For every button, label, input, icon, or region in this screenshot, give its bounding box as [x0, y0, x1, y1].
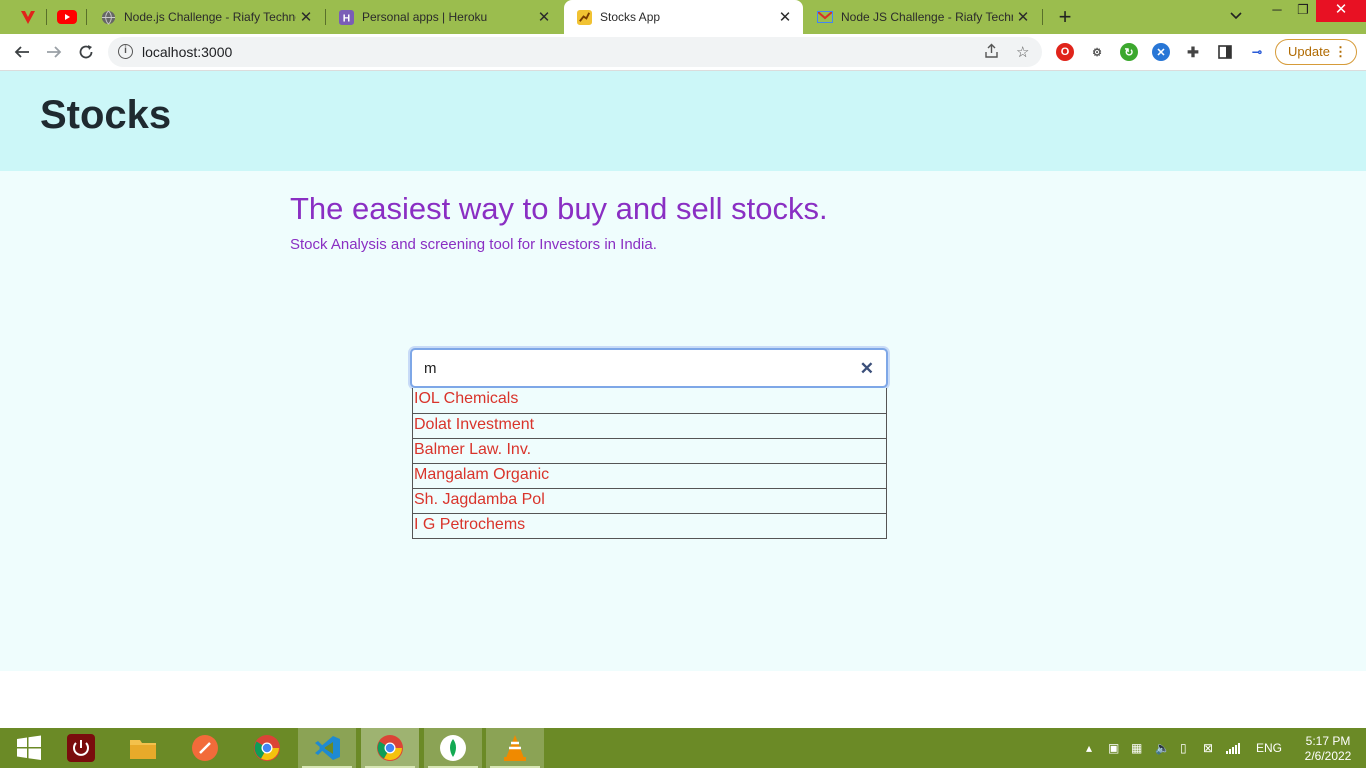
tab-gmail[interactable]: Node JS Challenge - Riafy Techno ✕ [805, 0, 1041, 34]
profile-key-icon[interactable]: ⊸ [1248, 43, 1266, 61]
search-result-item[interactable]: Sh. Jagdamba Pol [413, 488, 886, 513]
tray-security-icon[interactable]: ▦ [1131, 728, 1142, 768]
battery-icon[interactable]: ▯ [1180, 728, 1187, 768]
language-indicator[interactable]: ENG [1256, 728, 1282, 768]
search-result-item[interactable]: Dolat Investment [413, 413, 886, 438]
bookmark-star-icon[interactable]: ☆ [1016, 43, 1029, 61]
tagline: The easiest way to buy and sell stocks. [290, 191, 828, 226]
globe-icon [100, 9, 116, 25]
show-hidden-icons-chevron-icon[interactable]: ▴ [1086, 728, 1092, 768]
tab-title: Node JS Challenge - Riafy Techno [841, 10, 1013, 24]
close-tab-icon[interactable]: ✕ [1013, 8, 1033, 26]
svg-text:H: H [342, 13, 349, 24]
tab-title: Node.js Challenge - Riafy Techno [124, 10, 296, 24]
address-bar[interactable]: i localhost:3000 ☆ [108, 37, 1042, 67]
clock-time: 5:17 PM [1305, 734, 1351, 748]
update-button[interactable]: Update ⋮ [1275, 39, 1357, 65]
tray-app-icon[interactable]: ▣ [1108, 728, 1119, 768]
signal-strength-icon[interactable] [1226, 728, 1240, 768]
restore-window-button[interactable]: ❐ [1288, 0, 1318, 28]
share-icon[interactable] [984, 43, 1000, 63]
menu-kebab-icon[interactable]: ⋮ [1334, 40, 1347, 64]
stock-search-box[interactable]: ✕ [410, 348, 888, 388]
back-button[interactable] [10, 40, 34, 64]
search-results-list: IOL Chemicals Dolat Investment Balmer La… [412, 388, 887, 539]
web-page: Stocks The easiest way to buy and sell s… [0, 71, 1366, 728]
forward-button[interactable] [42, 40, 66, 64]
close-window-button[interactable]: ✕ [1316, 0, 1366, 22]
heroku-icon: H [338, 9, 354, 25]
update-label: Update [1288, 44, 1330, 59]
tab-title: Personal apps | Heroku [362, 10, 488, 24]
search-result-item[interactable]: IOL Chemicals [413, 388, 886, 413]
extensions-puzzle-icon[interactable]: ✚ [1184, 43, 1202, 61]
system-clock[interactable]: 5:17 PM 2/6/2022 [1296, 734, 1360, 764]
search-result-item[interactable]: Mangalam Organic [413, 463, 886, 488]
network-disconnected-icon[interactable]: ⊠ [1203, 728, 1213, 768]
windows-taskbar: ▴ ▣ ▦ 🔈 ▯ ⊠ ENG 5:17 PM 2/6/2022 [0, 728, 1366, 768]
app-title: Stocks [40, 93, 172, 137]
opera-extension-icon[interactable]: O [1056, 43, 1074, 61]
close-tab-icon[interactable]: ✕ [296, 8, 316, 26]
gmail-icon [817, 9, 833, 25]
side-panel-icon[interactable] [1216, 43, 1234, 61]
tab-search-chevron-icon[interactable] [1230, 8, 1242, 23]
browser-toolbar: i localhost:3000 ☆ O ⚙ ↻ ✕ ✚ ⊸ Update ⋮ [0, 34, 1366, 71]
power-app-icon[interactable] [52, 728, 110, 768]
chrome-active-window-icon[interactable] [361, 728, 419, 768]
close-tab-icon[interactable]: ✕ [534, 8, 554, 26]
clock-date: 2/6/2022 [1304, 749, 1352, 763]
new-tab-button[interactable]: + [1054, 5, 1076, 29]
search-result-item[interactable]: I G Petrochems [413, 513, 886, 538]
close-tab-icon[interactable]: ✕ [775, 8, 795, 26]
mongodb-compass-icon[interactable] [424, 728, 482, 768]
site-info-icon[interactable]: i [118, 44, 133, 59]
vscode-icon[interactable] [298, 728, 356, 768]
main-section: The easiest way to buy and sell stocks. … [0, 171, 1366, 671]
youtube-pinned-tab-icon[interactable] [56, 6, 78, 28]
green-extension-icon[interactable]: ↻ [1120, 43, 1138, 61]
tab-heroku[interactable]: H Personal apps | Heroku ✕ [326, 0, 562, 34]
vivaldi-pinned-tab-icon[interactable] [17, 6, 39, 28]
vlc-icon[interactable] [486, 728, 544, 768]
subtitle: Stock Analysis and screening tool for In… [290, 236, 657, 253]
search-result-item[interactable]: Balmer Law. Inv. [413, 438, 886, 463]
tab-stocks-app[interactable]: Stocks App ✕ [564, 0, 803, 34]
app-header: Stocks [0, 71, 1366, 171]
volume-icon[interactable]: 🔈 [1155, 728, 1170, 768]
file-explorer-icon[interactable] [114, 728, 172, 768]
tab-title: Stocks App [600, 10, 661, 24]
tab-nodejs-challenge[interactable]: Node.js Challenge - Riafy Techno ✕ [88, 0, 324, 34]
windows-start-icon[interactable] [0, 728, 58, 768]
cycle-extension-icon[interactable]: ⚙ [1088, 43, 1106, 61]
postman-icon[interactable] [176, 728, 234, 768]
blue-extension-icon[interactable]: ✕ [1152, 43, 1170, 61]
stock-search-input[interactable] [424, 358, 844, 378]
chrome-icon[interactable] [238, 728, 296, 768]
stocks-app-icon [576, 9, 592, 25]
clear-search-icon[interactable]: ✕ [860, 359, 874, 379]
reload-button[interactable] [74, 40, 98, 64]
url-text: localhost:3000 [142, 44, 233, 60]
browser-tab-strip: Node.js Challenge - Riafy Techno ✕ H Per… [0, 0, 1366, 34]
